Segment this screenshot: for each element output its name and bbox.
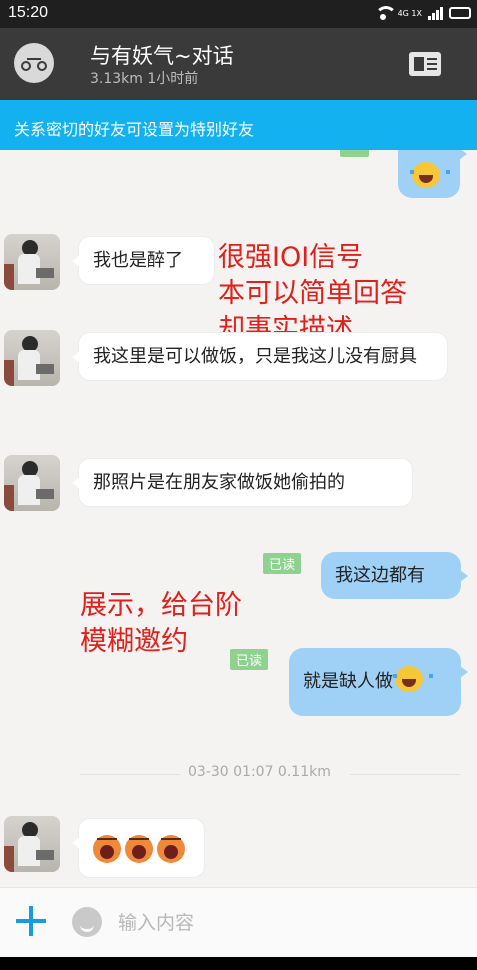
message-text: 就是缺人做: [303, 671, 393, 692]
battery-icon: [449, 7, 471, 19]
network-type: 4G 1X: [397, 8, 422, 18]
laughing-emoji-icon: [410, 162, 450, 188]
sender-avatar[interactable]: [4, 816, 60, 872]
message-bubble[interactable]: 我也是醉了: [72, 236, 215, 285]
system-nav-bar: [0, 957, 477, 970]
message-text: 我这边都有: [335, 565, 425, 586]
special-friend-banner[interactable]: 关系密切的好友可设置为特别好友: [0, 100, 477, 150]
sender-avatar[interactable]: [4, 330, 60, 386]
message-text: 那照片是在朋友家做饭她偷拍的: [93, 472, 345, 493]
tiger-emoji-icon: [125, 835, 153, 863]
banner-text: 关系密切的好友可设置为特别好友: [14, 120, 255, 139]
emoji-icon[interactable]: [72, 907, 102, 937]
contact-avatar[interactable]: [14, 43, 54, 83]
plus-icon[interactable]: [16, 906, 46, 936]
message-bubble-self[interactable]: 就是缺人做: [289, 648, 468, 716]
message-text: 我这里是可以做饭，只是我这儿没有厨具: [93, 346, 417, 367]
read-tag: 已读: [230, 649, 269, 670]
message-text: 我也是醉了: [93, 250, 183, 271]
read-tag: 已读: [263, 553, 302, 574]
message-bubble[interactable]: 那照片是在朋友家做饭她偷拍的: [72, 458, 413, 507]
message-bubble-partial[interactable]: [398, 150, 467, 198]
message-input[interactable]: [118, 908, 458, 938]
wifi-icon: [374, 6, 397, 20]
chat-subtitle: 3.13km 1小时前: [90, 71, 199, 87]
sender-avatar[interactable]: [4, 234, 60, 290]
message-bubble[interactable]: [72, 818, 205, 878]
read-tag: [340, 150, 369, 157]
laughing-emoji-icon: [393, 666, 433, 692]
status-icons: 4G 1X: [374, 6, 471, 20]
tiger-emoji-icon: [157, 835, 185, 863]
status-time: 15:20: [8, 4, 49, 21]
annotation-text: 展示，给台阶 模糊邀约: [80, 590, 242, 657]
chat-header: 与有妖气~对话 3.13km 1小时前: [0, 28, 477, 100]
profile-card-icon[interactable]: [409, 52, 441, 76]
message-bubble-self[interactable]: 我这边都有: [321, 552, 468, 599]
chat-area[interactable]: 我也是醉了 很强IOI信号 本可以简单回答 却事实描述 我这里是可以做饭，只是我…: [0, 150, 477, 887]
status-bar: 15:20 4G 1X: [0, 0, 477, 28]
timestamp-divider: 03-30 01:07 0.11km: [80, 764, 460, 784]
timestamp-text: 03-30 01:07 0.11km: [188, 764, 331, 780]
signal-icon: [428, 6, 443, 20]
message-bubble[interactable]: 我这里是可以做饭，只是我这儿没有厨具: [72, 332, 448, 381]
input-bar: [0, 887, 477, 957]
tiger-emoji-icon: [93, 835, 121, 863]
chat-title: 与有妖气~对话: [90, 44, 234, 68]
sender-avatar[interactable]: [4, 455, 60, 511]
bike-icon: [21, 55, 47, 71]
